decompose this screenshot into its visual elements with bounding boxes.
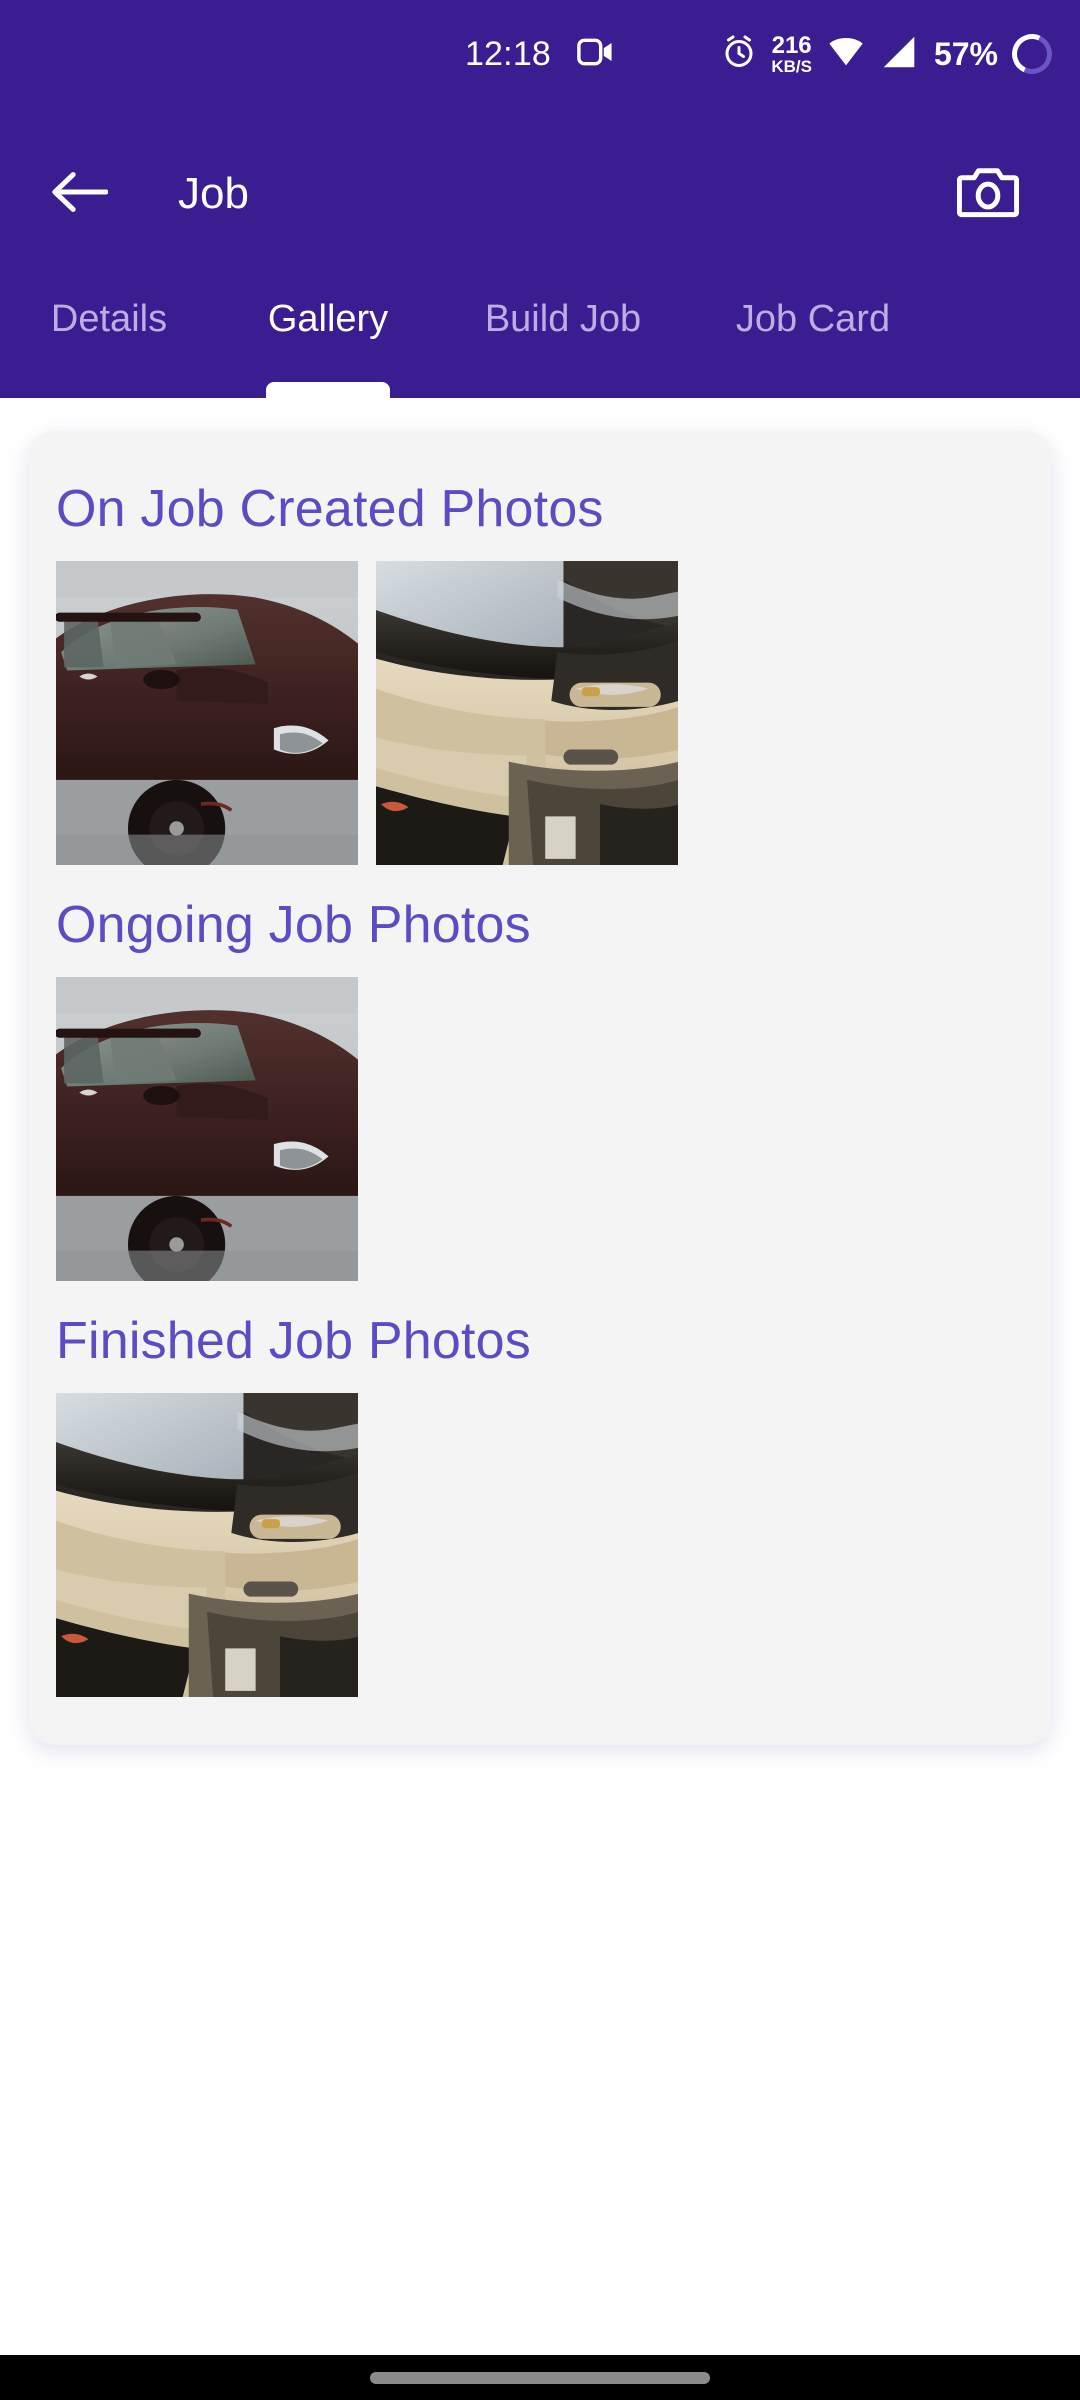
system-navigation-bar xyxy=(0,2355,1080,2400)
camera-icon xyxy=(956,164,1020,225)
battery-ring-icon xyxy=(1006,28,1058,80)
tab-label: Gallery xyxy=(267,298,389,340)
photo-thumbnail[interactable] xyxy=(56,1393,358,1697)
photo-row xyxy=(28,561,1052,865)
network-speed-unit: KB/S xyxy=(771,56,812,76)
content-area: On Job Created Photos Ongoing Job Photos… xyxy=(0,398,1080,2355)
status-bar-right: 216 KB/S 57% xyxy=(721,28,1058,80)
back-button[interactable] xyxy=(44,159,114,229)
page-title: Job xyxy=(178,169,249,218)
tab-details[interactable]: Details xyxy=(0,280,218,398)
app-screen: 12:18 216 KB/S 57% Job Details Gallery B… xyxy=(0,0,1080,2400)
status-bar: 12:18 216 KB/S 57% xyxy=(0,0,1080,108)
arrow-left-icon xyxy=(50,170,109,219)
photo-thumbnail[interactable] xyxy=(376,561,678,865)
section-title: Finished Job Photos xyxy=(56,1312,531,1370)
photo-thumbnail[interactable] xyxy=(56,561,358,865)
section-ongoing-job: Ongoing Job Photos xyxy=(28,865,1052,1281)
battery-percent: 57% xyxy=(933,35,998,72)
tab-bar: Details Gallery Build Job Job Card xyxy=(0,280,1080,398)
tab-active-indicator xyxy=(266,382,390,398)
network-speed-indicator: 216 KB/S xyxy=(771,31,812,76)
section-title: On Job Created Photos xyxy=(56,480,604,538)
cellular-signal-icon xyxy=(880,35,918,74)
tab-job-card[interactable]: Job Card xyxy=(688,280,938,398)
camera-button[interactable] xyxy=(948,154,1028,234)
tab-gallery[interactable]: Gallery xyxy=(218,280,438,398)
tab-label: Job Card xyxy=(735,298,891,340)
photo-thumbnail[interactable] xyxy=(56,977,358,1281)
tab-build-job[interactable]: Build Job xyxy=(438,280,688,398)
gallery-card: On Job Created Photos Ongoing Job Photos… xyxy=(28,431,1052,1745)
home-gesture-pill[interactable] xyxy=(370,2371,710,2384)
photo-row xyxy=(28,1393,1052,1697)
status-time: 12:18 xyxy=(464,34,552,73)
section-title: Ongoing Job Photos xyxy=(56,896,531,954)
video-camera-icon xyxy=(577,38,615,71)
wifi-icon xyxy=(826,35,866,74)
tab-label: Build Job xyxy=(484,298,642,340)
app-bar: Job xyxy=(0,108,1080,280)
photo-row xyxy=(28,977,1052,1281)
section-on-job-created: On Job Created Photos xyxy=(28,449,1052,865)
network-speed-value: 216 xyxy=(771,31,812,59)
alarm-clock-icon xyxy=(721,34,757,75)
tab-label: Details xyxy=(50,298,168,340)
section-finished-job: Finished Job Photos xyxy=(28,1281,1052,1697)
